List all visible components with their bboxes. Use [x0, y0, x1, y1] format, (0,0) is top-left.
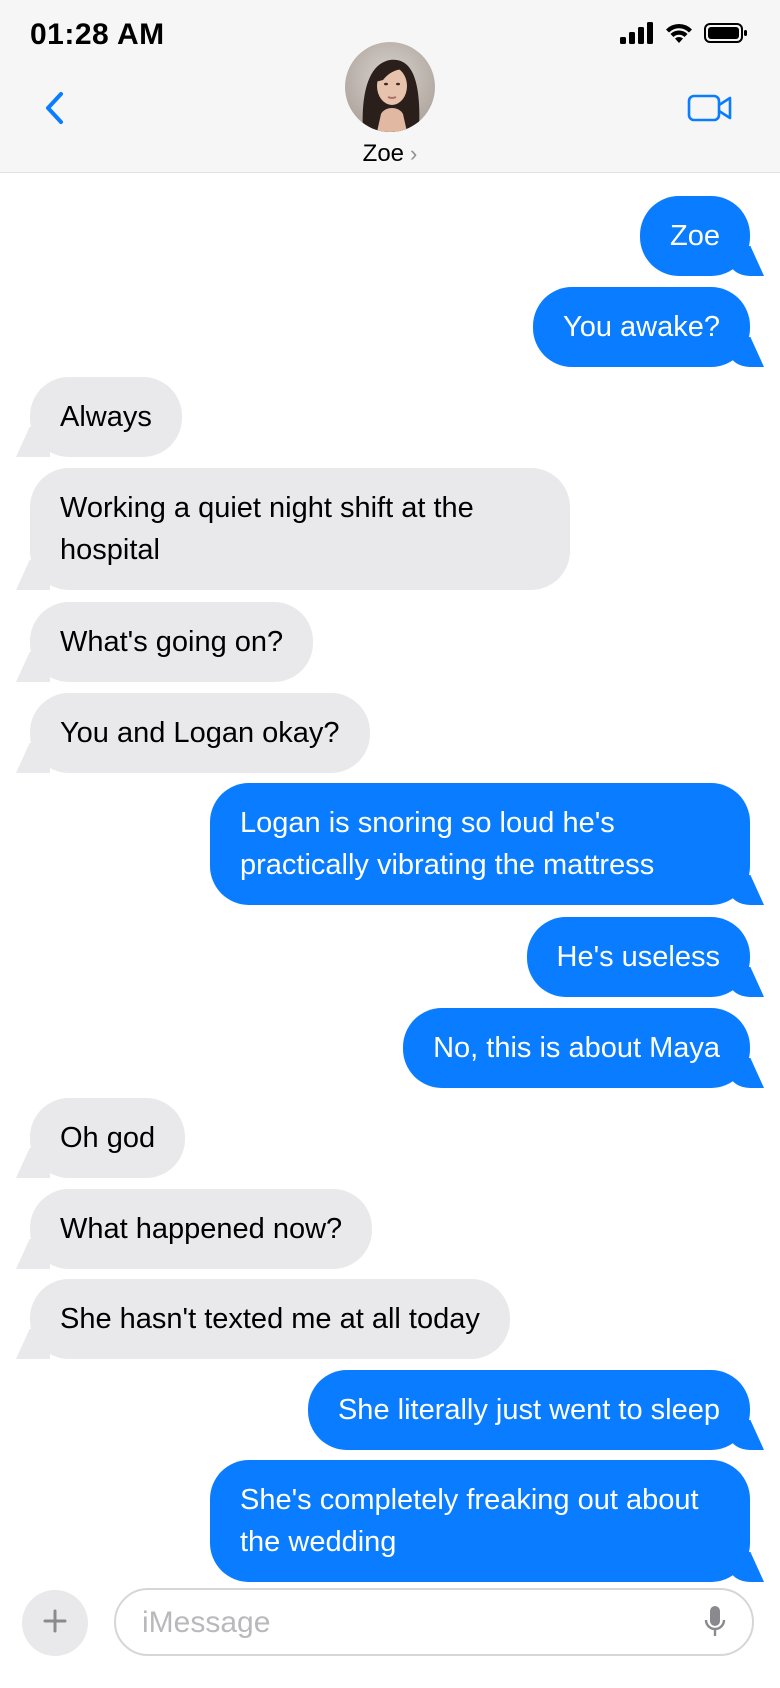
message-list: Zoe You awake? Always Working a quiet ni… [0, 173, 780, 1593]
status-icons [620, 22, 748, 49]
apps-plus-button[interactable] [22, 1590, 88, 1656]
avatar-photo [345, 42, 435, 132]
message-bubble-received[interactable]: What's going on? [30, 602, 314, 682]
message-bubble-sent[interactable]: Logan is snoring so loud he's practicall… [210, 783, 750, 905]
conversation-header: 01:28 AM Zoe › [0, 0, 780, 173]
message-bubble-received[interactable]: You and Logan okay? [30, 693, 370, 773]
message-bubble-sent[interactable]: Zoe [640, 196, 750, 276]
dictation-button[interactable] [700, 1604, 730, 1644]
message-bubble-sent[interactable]: No, this is about Maya [403, 1008, 750, 1088]
message-bubble-received[interactable]: Always [30, 377, 182, 457]
message-bubble-sent[interactable]: You awake? [533, 287, 750, 367]
message-bubble-received[interactable]: Working a quiet night shift at the hospi… [30, 468, 570, 590]
message-bubble-received[interactable]: What happened now? [30, 1189, 373, 1269]
cellular-signal-icon [620, 22, 654, 49]
message-bubble-received[interactable]: She hasn't texted me at all today [30, 1279, 510, 1359]
microphone-icon [704, 1605, 726, 1644]
battery-icon [704, 22, 748, 49]
composer-bar [0, 1588, 780, 1688]
message-bubble-sent[interactable]: He's useless [526, 917, 750, 997]
message-bubble-received[interactable]: Oh god [30, 1098, 186, 1178]
video-camera-icon [687, 93, 733, 128]
messages-screen: 01:28 AM Zoe › Zoe You awake? Always Wor… [0, 0, 780, 1688]
chevron-left-icon [44, 91, 64, 130]
contact-name: Zoe [362, 140, 405, 167]
imessage-field-container [114, 1588, 754, 1656]
wifi-icon [664, 22, 694, 49]
contact-avatar[interactable] [345, 42, 435, 132]
status-time: 01:28 AM [30, 18, 165, 51]
chevron-right-icon: › [410, 141, 418, 166]
contact-name-button[interactable]: Zoe › [0, 140, 780, 168]
facetime-video-button[interactable] [684, 90, 736, 130]
message-bubble-sent[interactable]: She literally just went to sleep [307, 1370, 750, 1450]
message-bubble-sent[interactable]: She's completely freaking out about the … [210, 1460, 750, 1582]
plus-icon [42, 1608, 68, 1639]
back-button[interactable] [34, 86, 74, 134]
imessage-input[interactable] [140, 1598, 684, 1648]
